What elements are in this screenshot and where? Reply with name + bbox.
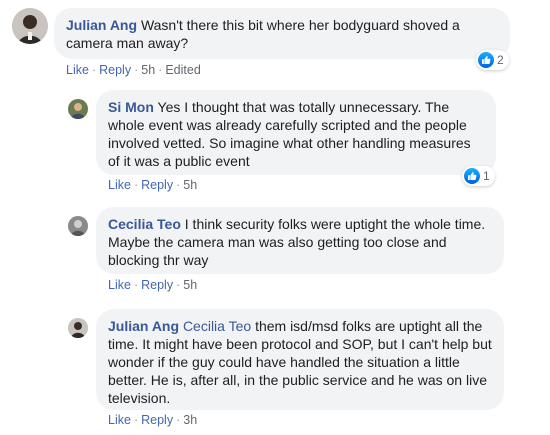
comment-actions: Like · Reply · 3h	[108, 413, 198, 427]
like-link[interactable]: Like	[108, 413, 131, 427]
avatar-julian-ang[interactable]	[68, 318, 88, 338]
avatar-julian-ang[interactable]	[12, 8, 48, 44]
comment-time[interactable]: 5h	[183, 178, 197, 192]
comment-time[interactable]: 5h	[141, 63, 155, 77]
person-avatar-icon	[68, 216, 88, 236]
comment-author[interactable]: Cecilia Teo	[108, 216, 181, 232]
reply-link[interactable]: Reply	[141, 278, 173, 292]
like-link[interactable]: Like	[66, 63, 89, 77]
person-avatar-icon	[12, 8, 48, 44]
thumbs-up-icon	[464, 168, 480, 184]
thumbs-up-icon	[478, 52, 494, 68]
comment-bubble: Si Mon Yes I thought that was totally un…	[96, 90, 496, 175]
reply-link[interactable]: Reply	[99, 63, 131, 77]
person-avatar-icon	[68, 99, 88, 119]
avatar-cecilia-teo[interactable]	[68, 216, 88, 236]
like-link[interactable]: Like	[108, 178, 131, 192]
reaction-count: 2	[497, 53, 504, 67]
comment-time[interactable]: 5h	[183, 278, 197, 292]
edited-label[interactable]: Edited	[165, 63, 200, 77]
person-avatar-icon	[68, 318, 88, 338]
comment-bubble: Julian Ang Cecilia Teo them isd/msd folk…	[96, 309, 504, 410]
comment-time[interactable]: 3h	[183, 413, 197, 427]
mention-link[interactable]: Cecilia Teo	[183, 318, 251, 334]
comment-author[interactable]: Julian Ang	[66, 17, 137, 33]
reaction-badge[interactable]: 2	[476, 50, 509, 70]
reply-link[interactable]: Reply	[141, 413, 173, 427]
comment-text: Yes I thought that was totally unnecessa…	[108, 99, 471, 169]
reaction-badge[interactable]: 1	[462, 166, 495, 186]
comment-bubble: Julian Ang Wasn't there this bit where h…	[54, 8, 510, 59]
like-link[interactable]: Like	[108, 278, 131, 292]
avatar-si-mon[interactable]	[68, 99, 88, 119]
reaction-count: 1	[483, 169, 490, 183]
comment-actions: Like · Reply · 5h · Edited	[66, 63, 201, 77]
comment-actions: Like · Reply · 5h	[108, 178, 198, 192]
comment-author[interactable]: Julian Ang	[108, 318, 179, 334]
reply-link[interactable]: Reply	[141, 178, 173, 192]
comment-actions: Like · Reply · 5h	[108, 278, 198, 292]
comment-author[interactable]: Si Mon	[108, 99, 154, 115]
comment-bubble: Cecilia Teo I think security folks were …	[96, 207, 504, 274]
